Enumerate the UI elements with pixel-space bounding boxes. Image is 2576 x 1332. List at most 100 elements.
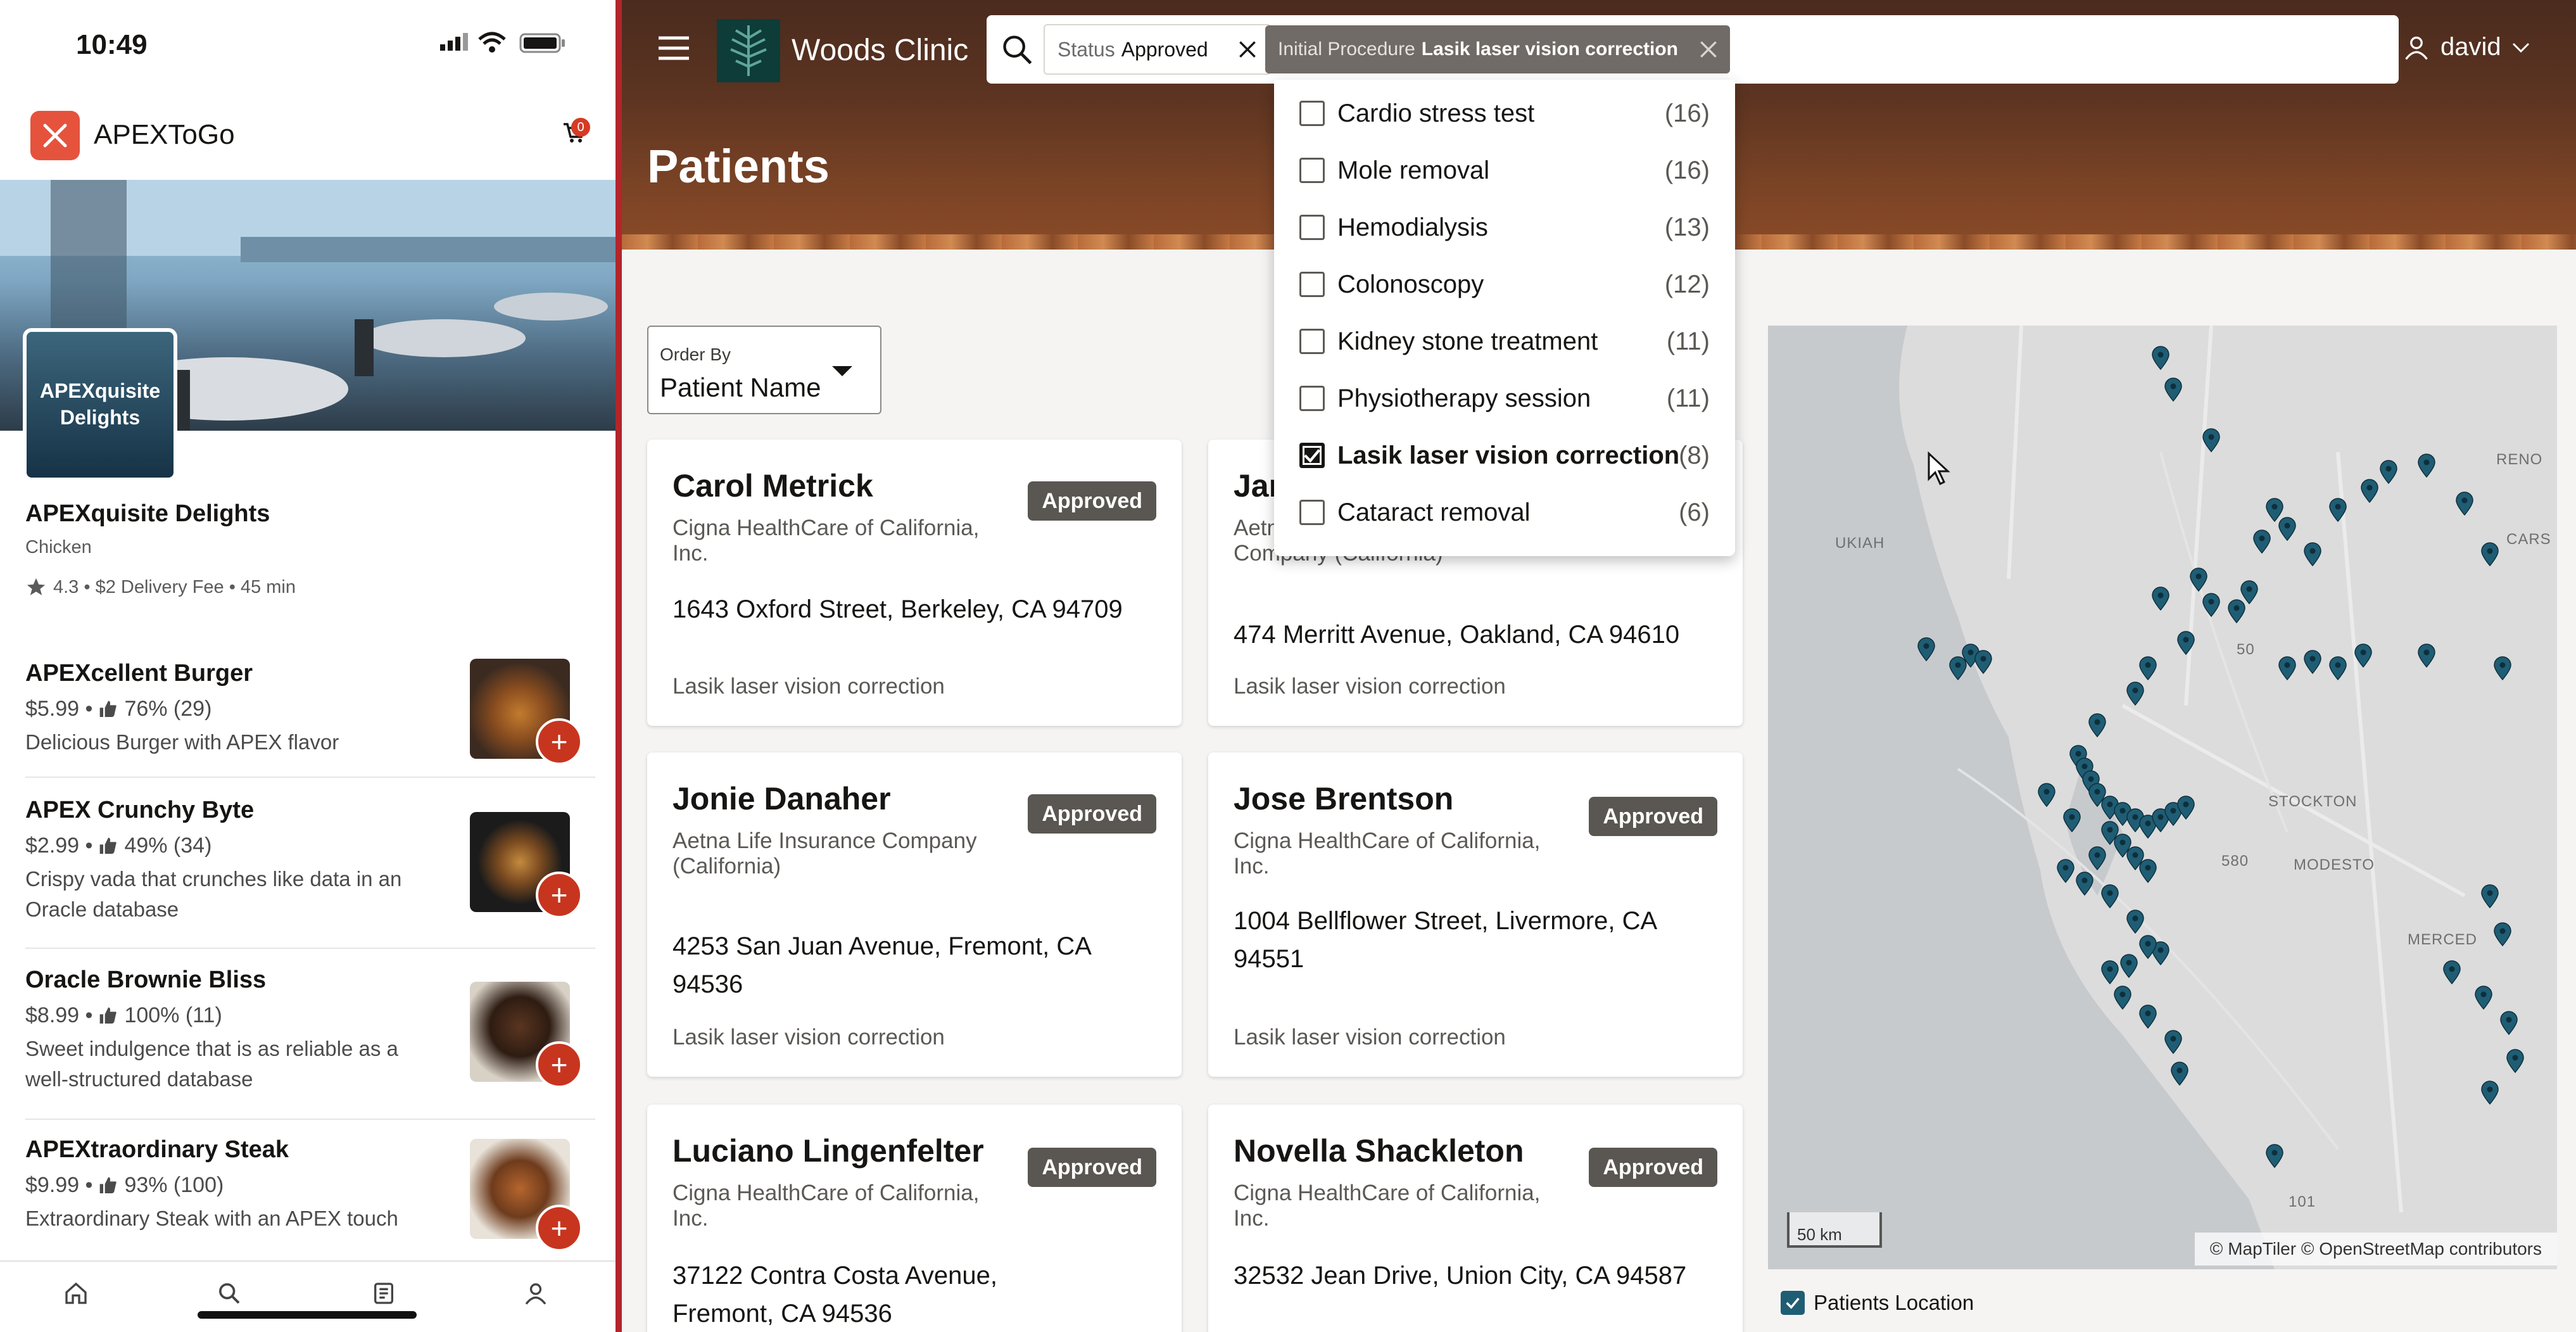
patient-location-marker[interactable]	[2202, 593, 2221, 617]
patient-location-marker[interactable]	[2126, 682, 2145, 706]
patient-card[interactable]: Novella Shackleton Approved Cigna Health…	[1208, 1105, 1743, 1332]
status-filter-chip[interactable]: Status Approved	[1044, 24, 1272, 75]
patient-location-marker[interactable]	[2151, 587, 2170, 611]
patient-location-marker[interactable]	[2278, 517, 2297, 541]
patient-location-marker[interactable]	[2202, 428, 2221, 452]
patient-location-marker[interactable]	[2417, 644, 2436, 668]
patient-location-marker[interactable]	[2100, 884, 2119, 908]
patient-location-marker[interactable]	[2119, 954, 2138, 978]
patient-location-marker[interactable]	[2138, 1005, 2157, 1029]
patient-location-marker[interactable]	[2480, 1081, 2499, 1105]
order-by-select[interactable]: Order By Patient Name	[647, 326, 881, 414]
patient-location-marker[interactable]	[2138, 859, 2157, 883]
procedure-option[interactable]: Colonoscopy (12)	[1274, 256, 1735, 313]
procedure-option[interactable]: Cataract removal (6)	[1274, 484, 1735, 541]
faceted-search-bar[interactable]: Status Approved Initial Procedure Lasik la…	[987, 15, 2399, 84]
patient-location-marker[interactable]	[2379, 460, 2398, 484]
add-to-cart-button[interactable]: +	[536, 1205, 583, 1252]
hamburger-menu-icon[interactable]	[657, 35, 690, 61]
procedure-checkbox[interactable]	[1299, 272, 1325, 297]
search-icon[interactable]	[1001, 33, 1033, 66]
patient-location-marker[interactable]	[2176, 796, 2195, 820]
patient-location-marker[interactable]	[1917, 637, 1936, 661]
patient-location-marker[interactable]	[2303, 650, 2322, 674]
user-menu[interactable]: david	[2402, 33, 2530, 61]
patient-location-marker[interactable]	[2170, 1062, 2189, 1086]
procedure-checkbox[interactable]	[1299, 443, 1325, 468]
patient-location-marker[interactable]	[2328, 656, 2347, 680]
patient-location-marker[interactable]	[2493, 922, 2512, 946]
patient-location-marker[interactable]	[2417, 454, 2436, 478]
patient-location-marker[interactable]	[2056, 859, 2075, 883]
patient-location-marker[interactable]	[2100, 960, 2119, 984]
app-title[interactable]: Woods Clinic	[792, 33, 968, 68]
menu-item[interactable]: APEX Crunchy Byte $2.99 • 49% (34) Crisp…	[0, 783, 616, 948]
patient-location-marker[interactable]	[2037, 783, 2056, 807]
procedure-filter-chip[interactable]: Initial Procedure Lasik laser vision corr…	[1265, 25, 1730, 73]
add-to-cart-button[interactable]: +	[536, 1041, 583, 1088]
patient-location-marker[interactable]	[2151, 346, 2170, 370]
patient-location-marker[interactable]	[2240, 580, 2259, 604]
patient-card[interactable]: Luciano Lingenfelter Approved Cigna Heal…	[647, 1105, 1182, 1332]
procedure-checkbox[interactable]	[1299, 215, 1325, 240]
procedure-option[interactable]: Physiotherapy session (11)	[1274, 370, 1735, 427]
add-to-cart-button[interactable]: +	[536, 872, 583, 918]
patient-card[interactable]: Carol Metrick Approved Cigna HealthCare …	[647, 440, 1182, 726]
map-attribution[interactable]: © MapTiler © OpenStreetMap contributors	[2194, 1233, 2557, 1265]
patient-location-marker[interactable]	[2075, 872, 2094, 896]
patient-location-marker[interactable]	[2189, 568, 2208, 592]
orders-icon[interactable]	[371, 1281, 396, 1306]
patient-location-marker[interactable]	[2126, 910, 2145, 934]
patient-location-marker[interactable]	[2493, 656, 2512, 680]
procedure-option[interactable]: Lasik laser vision correction (8)	[1274, 427, 1735, 484]
procedure-option[interactable]: Cardio stress test (16)	[1274, 85, 1735, 142]
patient-location-marker[interactable]	[2328, 498, 2347, 522]
patient-location-marker[interactable]	[2506, 1049, 2525, 1073]
procedure-checkbox[interactable]	[1299, 386, 1325, 411]
procedure-checkbox[interactable]	[1299, 500, 1325, 525]
patient-location-marker[interactable]	[2252, 530, 2271, 554]
close-icon[interactable]	[1696, 37, 1721, 62]
patient-location-marker[interactable]	[2088, 713, 2107, 737]
patient-location-marker[interactable]	[1974, 650, 1993, 674]
procedure-checkbox[interactable]	[1299, 101, 1325, 126]
menu-item[interactable]: Oracle Brownie Bliss $8.99 • 100% (11) S…	[0, 953, 616, 1117]
legend-checkbox[interactable]	[1781, 1291, 1805, 1315]
patient-location-marker[interactable]	[2062, 808, 2081, 832]
patient-location-marker[interactable]	[2474, 986, 2493, 1010]
patient-location-marker[interactable]	[2499, 1011, 2518, 1035]
patient-location-marker[interactable]	[2113, 986, 2132, 1010]
procedure-option[interactable]: Hemodialysis (13)	[1274, 199, 1735, 256]
procedure-checkbox[interactable]	[1299, 158, 1325, 183]
add-to-cart-button[interactable]: +	[536, 718, 583, 765]
close-icon[interactable]	[1235, 37, 1260, 62]
profile-icon[interactable]	[523, 1281, 548, 1306]
patient-location-marker[interactable]	[2088, 846, 2107, 870]
patient-location-marker[interactable]	[2480, 542, 2499, 566]
patient-location-marker[interactable]	[2138, 935, 2157, 959]
insurance-name: Cigna HealthCare of California, Inc.	[672, 1181, 980, 1231]
procedure-option[interactable]: Mole removal (16)	[1274, 142, 1735, 199]
patient-location-marker[interactable]	[2480, 884, 2499, 908]
patient-location-marker[interactable]	[2278, 656, 2297, 680]
patient-location-marker[interactable]	[2164, 1030, 2183, 1054]
patient-location-marker[interactable]	[2442, 960, 2461, 984]
menu-item[interactable]: APEXtraordinary Steak $9.99 • 93% (100) …	[0, 1122, 616, 1255]
menu-item[interactable]: APEXcellent Burger $5.99 • 76% (29) Deli…	[0, 646, 616, 773]
patient-location-marker[interactable]	[2354, 644, 2373, 668]
patient-location-marker[interactable]	[2360, 479, 2379, 503]
patient-location-marker[interactable]	[2138, 656, 2157, 680]
map-legend[interactable]: Patients Location	[1781, 1291, 1974, 1315]
patient-location-marker[interactable]	[2265, 1144, 2284, 1168]
procedure-option[interactable]: Kidney stone treatment (11)	[1274, 313, 1735, 370]
patient-location-marker[interactable]	[2455, 492, 2474, 516]
patient-card[interactable]: Jonie Danaher Approved Aetna Life Insura…	[647, 752, 1182, 1077]
search-icon[interactable]	[217, 1281, 242, 1306]
patient-location-marker[interactable]	[2164, 377, 2183, 402]
patient-location-marker[interactable]	[2176, 631, 2195, 655]
home-icon[interactable]	[63, 1281, 89, 1306]
patient-card[interactable]: Jose Brentson Approved Cigna HealthCare …	[1208, 752, 1743, 1077]
patient-location-marker[interactable]	[2303, 542, 2322, 566]
procedure-checkbox[interactable]	[1299, 329, 1325, 354]
patients-map[interactable]: RENO UKIAH CARS STOCKTON MODESTO MERCED …	[1768, 326, 2557, 1269]
